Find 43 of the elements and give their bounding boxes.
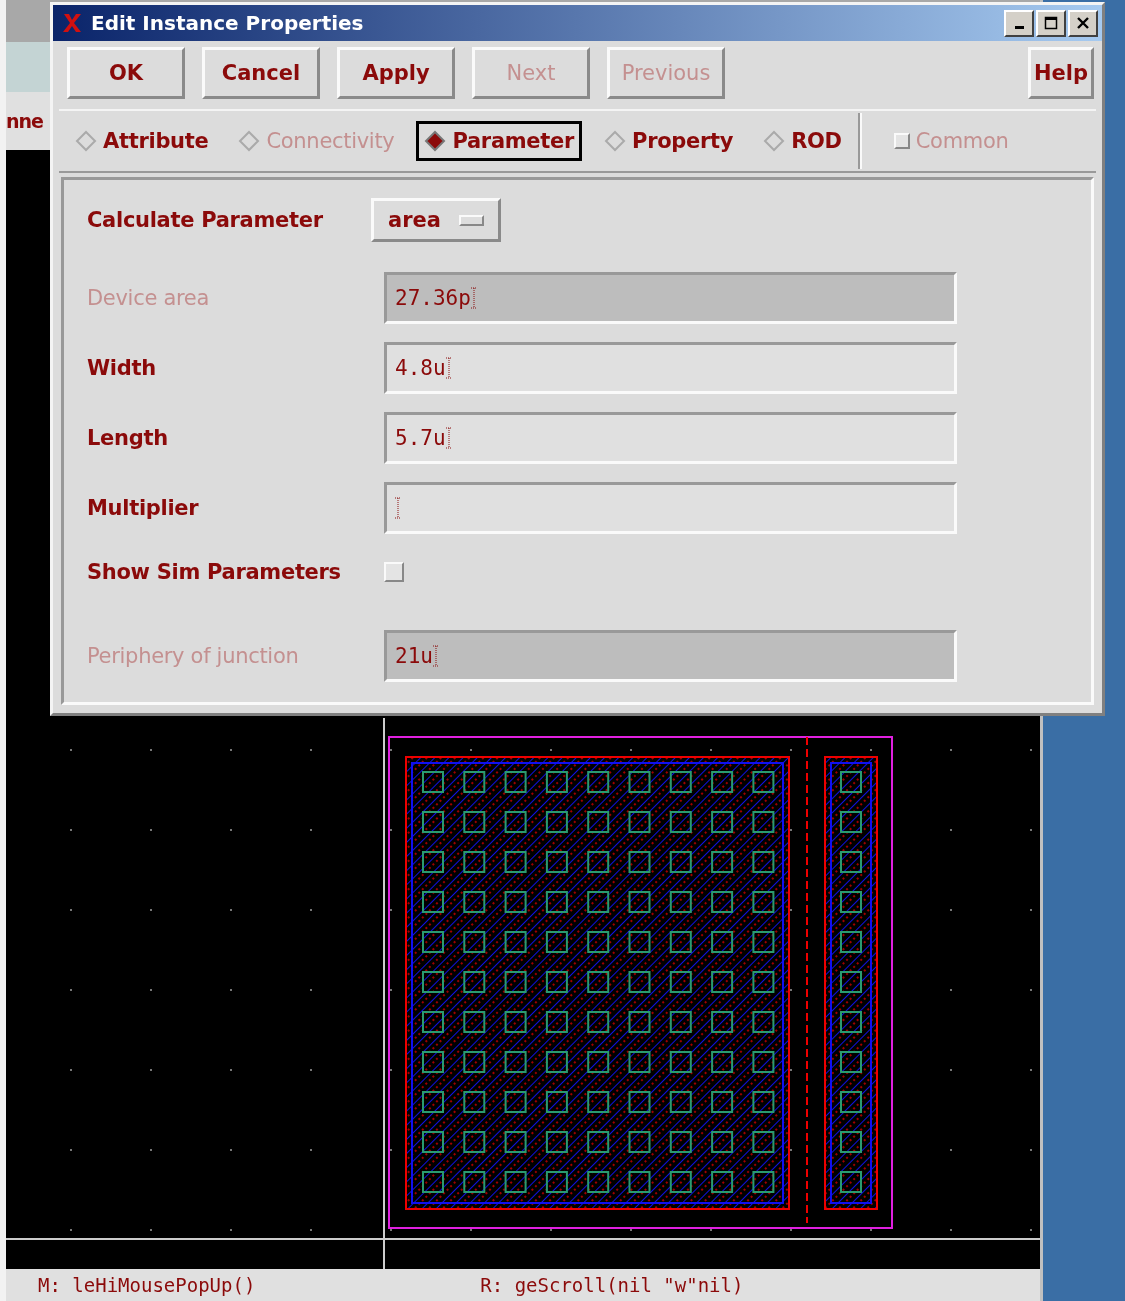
field-label: Width [87,356,157,380]
dropdown-button[interactable]: area [371,198,501,242]
text-cursor-icon [395,497,401,519]
tab-radio[interactable]: Attribute [67,121,217,161]
field-label: Device area [87,286,211,310]
minimize-button[interactable] [1004,9,1034,37]
close-icon [1076,16,1090,30]
input-field[interactable]: 4.8u [384,342,957,394]
dialog-button[interactable]: Cancel [202,47,320,99]
partial-label: nne [6,110,43,132]
maximize-button[interactable] [1036,9,1066,37]
field-label: Multiplier [87,496,200,520]
dropdown-indicator-icon [458,214,484,226]
diamond-radio-icon [75,130,97,152]
diamond-radio-icon [424,130,447,152]
mouse-binding-text: M: leHiMousePopUp() [38,1274,256,1296]
text-cursor-icon [445,427,452,449]
text-cursor-icon [432,645,439,667]
checkbox[interactable] [384,562,404,582]
dialog-button[interactable]: Apply [337,47,455,99]
checkbox-icon [893,133,910,149]
tab-radio[interactable]: Parameter [416,121,583,161]
text-cursor-icon [470,287,477,309]
diamond-radio-icon [238,130,261,152]
window-title: Edit Instance Properties [91,11,365,35]
help-button[interactable]: Help [1028,47,1094,99]
minimize-icon [1014,26,1024,29]
field-label: Length [87,426,169,450]
field-label: Calculate Parameter [87,208,324,232]
x-logo-icon [61,12,83,34]
field-label: Show Sim Parameters [87,560,342,584]
diamond-radio-icon [763,130,786,152]
close-button[interactable] [1068,9,1098,37]
tab-radio[interactable]: ROD [755,121,850,161]
dialog-button[interactable]: OK [67,47,185,99]
mouse-binding-text: R: geScroll(nil "w"nil) [480,1274,744,1296]
text-cursor-icon [445,357,452,379]
maximize-icon [1044,16,1058,30]
diamond-radio-icon [604,130,627,152]
tab-radio[interactable]: Property [596,121,742,161]
input-field[interactable] [384,482,957,534]
input-field[interactable]: 5.7u [384,412,957,464]
field-label: Periphery of junction [87,644,300,668]
